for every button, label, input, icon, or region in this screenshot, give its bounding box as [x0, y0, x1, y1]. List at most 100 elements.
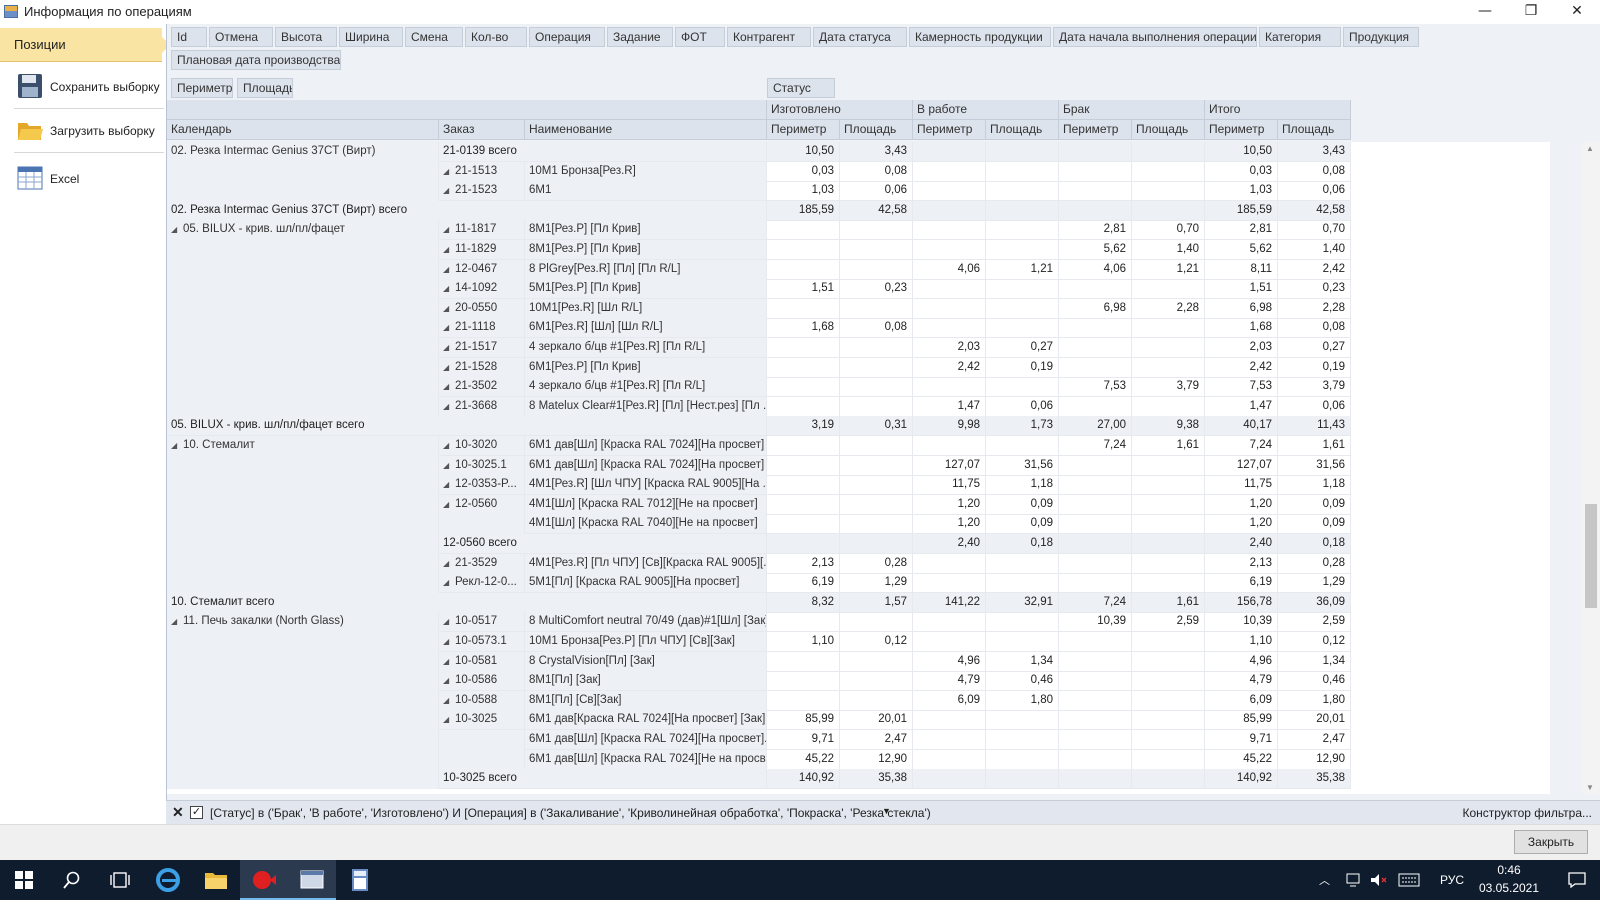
collapse-icon[interactable]: ◢ [443, 377, 455, 396]
collapse-icon[interactable]: ◢ [443, 240, 455, 259]
close-button[interactable]: Закрыть [1514, 830, 1588, 854]
field-button-11[interactable]: Дата статуса [813, 27, 907, 47]
field-button-9[interactable]: ФОТ [675, 27, 725, 47]
order-cell[interactable]: ◢ 21-3668 [439, 396, 525, 417]
tray-chevron-icon[interactable]: ︿ [1319, 872, 1330, 888]
order-cell[interactable]: ◢ 11-1829 [439, 240, 525, 260]
column-group-header[interactable]: Брак [1059, 100, 1205, 120]
taskbar-recorder[interactable] [240, 860, 288, 900]
collapse-icon[interactable]: ◢ [443, 456, 455, 475]
order-cell[interactable]: ◢ Рекл-12-0... [439, 573, 525, 594]
field-button-2[interactable]: Отмена [209, 27, 273, 47]
field-button-12[interactable]: Камерность продукции [909, 27, 1051, 47]
order-cell[interactable]: ◢ 21-1517 [439, 338, 525, 358]
clear-filter-icon[interactable]: ✕ [172, 804, 184, 821]
clock-date[interactable]: 03.05.2021 [1474, 881, 1544, 895]
vertical-scrollbar[interactable]: ▲ ▼ [1582, 142, 1600, 794]
clock-time[interactable]: 0:46 [1474, 863, 1544, 877]
collapse-icon[interactable]: ◢ [443, 220, 455, 239]
taskbar-edge[interactable] [144, 860, 192, 900]
order-cell[interactable]: ◢ 10-3025.1 [439, 455, 525, 476]
collapse-icon[interactable]: ◢ [443, 279, 455, 298]
field-button-14[interactable]: Категория [1259, 27, 1341, 47]
field-button-1[interactable]: Id [171, 27, 207, 47]
field-button-6[interactable]: Кол-во [465, 27, 527, 47]
collapse-icon[interactable]: ◢ [443, 436, 455, 455]
order-cell[interactable]: ◢ 21-1118 [439, 318, 525, 339]
order-cell[interactable]: ◢ 12-0560 [439, 494, 525, 515]
order-cell[interactable]: ◢ 10-0573.1 [439, 632, 525, 652]
excel-export-button[interactable]: Excel [14, 162, 164, 196]
collapse-icon[interactable]: ◢ [443, 632, 455, 651]
collapse-icon[interactable]: ◢ [443, 554, 455, 573]
collapse-icon[interactable]: ◢ [443, 358, 455, 377]
calendar-cell[interactable]: ◢ 11. Печь закалки (North Glass) [167, 612, 439, 633]
collapse-icon[interactable]: ◢ [443, 299, 455, 318]
collapse-icon[interactable]: ◢ [443, 318, 455, 337]
order-cell[interactable]: ◢ 21-1523 [439, 181, 525, 202]
collapse-icon[interactable]: ◢ [443, 397, 455, 416]
order-cell[interactable]: ◢ 21-1528 [439, 357, 525, 378]
calendar-cell[interactable]: ◢ 05. BILUX - крив. шл/пл/фацет [167, 220, 439, 241]
field-button-8[interactable]: Задание [607, 27, 673, 47]
measure-header-perimeter[interactable]: Периметр [1059, 120, 1132, 140]
collapse-icon[interactable]: ◢ [443, 710, 455, 729]
measure-header-perimeter[interactable]: Периметр [913, 120, 986, 140]
field-button-5[interactable]: Смена [405, 27, 463, 47]
column-field-status[interactable]: Статус [767, 78, 835, 98]
start-button[interactable] [0, 860, 48, 900]
tab-positions[interactable]: Позиции [0, 28, 170, 62]
column-group-header[interactable]: В работе [913, 100, 1059, 120]
row-header-2[interactable]: Заказ [439, 120, 525, 140]
minimize-button[interactable]: — [1462, 0, 1508, 24]
collapse-icon[interactable]: ◢ [443, 162, 455, 181]
collapse-icon[interactable]: ◢ [443, 495, 455, 514]
language-indicator[interactable]: РУС [1440, 873, 1464, 887]
collapse-icon[interactable]: ◢ [171, 436, 183, 455]
order-cell[interactable]: ◢ 21-1513 [439, 161, 525, 182]
field-button-plan-date[interactable]: Плановая дата производства [171, 50, 341, 70]
collapse-icon[interactable]: ◢ [443, 260, 455, 279]
order-cell[interactable]: ◢ 11-1817 [439, 220, 525, 241]
order-cell[interactable]: ◢ 10-3020 [439, 436, 525, 456]
order-cell[interactable]: ◢ 21-3502 [439, 377, 525, 398]
collapse-icon[interactable]: ◢ [443, 671, 455, 690]
restore-button[interactable]: ❐ [1508, 0, 1554, 24]
order-cell[interactable]: ◢ 12-0467 [439, 259, 525, 280]
keyboard-icon[interactable] [1398, 873, 1420, 887]
save-selection-button[interactable]: Сохранить выборку [14, 70, 164, 104]
order-cell[interactable]: ◢ 10-0586 [439, 671, 525, 692]
collapse-icon[interactable]: ◢ [171, 220, 183, 239]
taskbar-explorer[interactable] [192, 860, 240, 900]
measure-header-area[interactable]: Площадь [1278, 120, 1351, 140]
task-view-button[interactable] [96, 860, 144, 900]
taskbar-app[interactable] [288, 860, 336, 900]
order-cell[interactable]: ◢ 10-0517 [439, 612, 525, 633]
load-selection-button[interactable]: Загрузить выборку [14, 114, 164, 148]
measure-header-perimeter[interactable]: Периметр [1205, 120, 1278, 140]
order-cell[interactable]: ◢ 20-0550 [439, 298, 525, 319]
calendar-cell[interactable]: ◢ 10. Стемалит [167, 436, 439, 456]
collapse-icon[interactable]: ◢ [443, 338, 455, 357]
column-group-header[interactable]: Изготовлено [767, 100, 913, 120]
filter-constructor-link[interactable]: Конструктор фильтра... [1463, 806, 1593, 820]
field-button-15[interactable]: Продукция [1343, 27, 1419, 47]
order-cell[interactable]: ◢ 14-1092 [439, 279, 525, 300]
row-header-1[interactable]: Календарь [167, 120, 439, 140]
measure-header-area[interactable]: Площадь [840, 120, 913, 140]
collapse-icon[interactable]: ◢ [443, 181, 455, 200]
field-button-10[interactable]: Контрагент [727, 27, 811, 47]
measure-header-area[interactable]: Площадь [986, 120, 1059, 140]
field-button-3[interactable]: Высота [275, 27, 337, 47]
row-header-3[interactable]: Наименование [525, 120, 767, 140]
data-field-perimeter[interactable]: Периметр [171, 78, 233, 98]
network-icon[interactable] [1346, 873, 1364, 887]
field-button-13[interactable]: Дата начала выполнения операции [1053, 27, 1257, 47]
volume-muted-icon[interactable] [1370, 873, 1388, 887]
filter-enabled-checkbox[interactable]: ✓ [190, 806, 203, 819]
collapse-icon[interactable]: ◢ [171, 612, 183, 631]
scroll-up-icon[interactable]: ▲ [1586, 144, 1594, 153]
collapse-icon[interactable]: ◢ [443, 691, 455, 710]
collapse-icon[interactable]: ◢ [443, 475, 455, 494]
taskbar-calculator[interactable] [336, 860, 384, 900]
